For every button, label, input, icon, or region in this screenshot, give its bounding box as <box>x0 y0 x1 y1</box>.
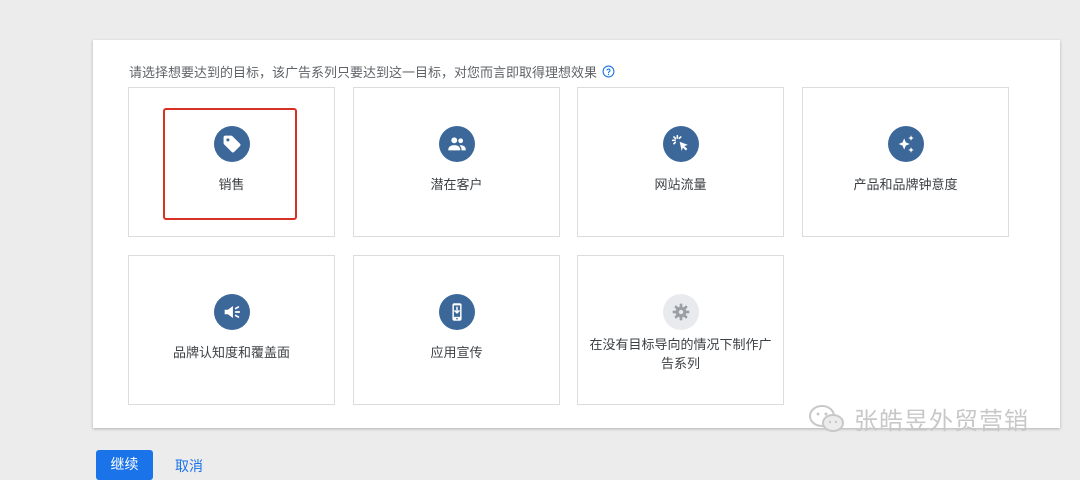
wechat-logo-icon <box>809 404 844 432</box>
goal-card-leads[interactable]: 潜在客户 <box>353 87 560 237</box>
mobile-download-icon <box>438 294 475 330</box>
goal-card-brand-consideration[interactable]: 产品和品牌钟意度 <box>802 87 1009 237</box>
watermark-text: 张皓昱外贸营销 <box>854 407 1029 435</box>
goal-card-no-goal[interactable]: 在没有目标导向的情况下制作广告系列 <box>577 255 784 405</box>
sparkle-icon <box>887 126 924 162</box>
goal-card-label: 网站流量 <box>654 178 707 193</box>
people-icon <box>438 126 475 162</box>
continue-button[interactable]: 继续 <box>96 450 153 480</box>
goal-card-label: 在没有目标导向的情况下制作广告系列 <box>589 338 772 372</box>
goal-card-label: 产品和品牌钟意度 <box>853 178 958 193</box>
question-circle-icon[interactable] <box>602 65 615 78</box>
goal-card-label: 品牌认知度和覆盖面 <box>172 346 290 361</box>
cancel-button[interactable]: 取消 <box>175 456 203 476</box>
goal-prompt: 请选择想要达到的目标，该广告系列只要达到这一目标，对您而言即取得理想效果 <box>129 62 615 81</box>
cursor-click-icon <box>662 126 699 162</box>
goal-card-app-promotion[interactable]: 应用宣传 <box>353 255 560 405</box>
gear-icon <box>662 294 699 330</box>
selected-highlight <box>163 108 297 220</box>
goal-selection-panel: 请选择想要达到的目标，该广告系列只要达到这一目标，对您而言即取得理想效果 销售 <box>93 40 1060 428</box>
goal-card-brand-awareness[interactable]: 品牌认知度和覆盖面 <box>128 255 335 405</box>
megaphone-icon <box>213 294 250 330</box>
goal-card-label: 应用宣传 <box>430 346 483 361</box>
watermark: 张皓昱外贸营销 <box>808 401 1029 436</box>
goal-card-website-traffic[interactable]: 网站流量 <box>577 87 784 237</box>
goal-card-label: 潜在客户 <box>430 178 483 193</box>
goal-prompt-text: 请选择想要达到的目标，该广告系列只要达到这一目标，对您而言即取得理想效果 <box>129 66 598 81</box>
